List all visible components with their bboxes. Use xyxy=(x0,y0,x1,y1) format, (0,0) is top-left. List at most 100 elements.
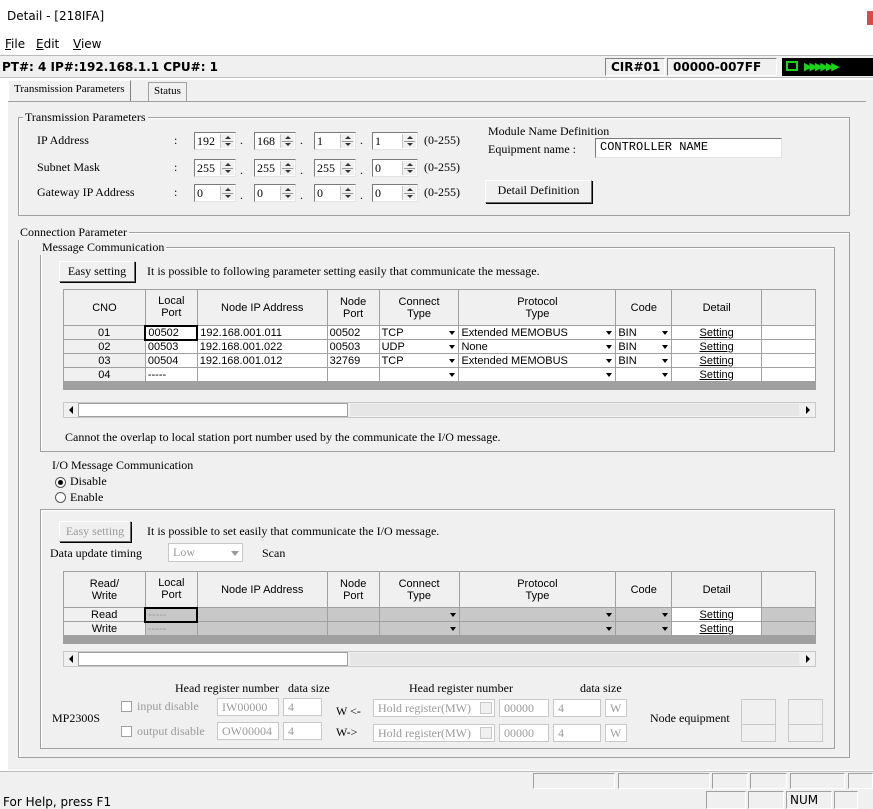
easy-setting-hint: It is possible to following parameter se… xyxy=(147,264,540,278)
hold-register-select-1[interactable]: Hold register(MW) xyxy=(373,699,495,717)
scroll-right-icon[interactable] xyxy=(801,652,815,666)
subnet-octet-3[interactable]: 255 xyxy=(314,159,356,177)
local-port-cell[interactable]: 00503 xyxy=(144,339,198,354)
subnet-octet-2[interactable]: 255 xyxy=(254,159,296,177)
node-port-cell[interactable] xyxy=(326,367,380,382)
menu-edit[interactable]: Edit xyxy=(36,37,59,51)
hold-register-select-2[interactable]: Hold register(MW) xyxy=(373,724,495,742)
code-dropdown[interactable]: BIN xyxy=(615,353,673,368)
connect-type-dropdown[interactable] xyxy=(378,621,460,636)
protocol-type-dropdown[interactable] xyxy=(458,621,617,636)
protocol-type-dropdown[interactable]: Extended MEMOBUS xyxy=(458,353,617,368)
protocol-type-dropdown[interactable]: Extended MEMOBUS xyxy=(458,325,617,340)
cno-cell: 01 xyxy=(63,325,146,340)
protocol-type-dropdown[interactable] xyxy=(458,607,617,622)
cno-cell: 02 xyxy=(63,339,146,354)
detail-setting-button[interactable]: Setting xyxy=(671,367,763,382)
io-disable-radio[interactable] xyxy=(55,477,66,488)
device-label: MP2300S xyxy=(52,711,101,725)
node-ip-cell[interactable]: 192.168.001.011 xyxy=(196,325,328,340)
gateway-octet-2[interactable]: 0 xyxy=(254,184,296,202)
hold-address-2[interactable]: 00000 xyxy=(499,724,549,742)
scroll-thumb[interactable] xyxy=(78,403,348,417)
hold-address-1[interactable]: 00000 xyxy=(499,699,549,717)
node-port-cell[interactable]: 00502 xyxy=(326,325,380,340)
node-port-cell[interactable]: 00503 xyxy=(326,339,380,354)
scroll-thumb[interactable] xyxy=(78,652,348,666)
code-dropdown[interactable]: BIN xyxy=(615,339,673,354)
col-cno: CNO xyxy=(63,289,146,326)
equipment-name-input[interactable]: CONTROLLER NAME xyxy=(595,138,782,158)
code-dropdown[interactable]: BIN xyxy=(615,325,673,340)
io-table-scrollbar[interactable] xyxy=(63,651,816,667)
status-pane xyxy=(834,791,858,809)
subnet-octet-4[interactable]: 0 xyxy=(372,159,418,177)
menu-view[interactable]: View xyxy=(73,37,101,51)
node-ip-cell[interactable]: 192.168.001.022 xyxy=(196,339,328,354)
local-port-cell[interactable]: 00504 xyxy=(144,353,198,368)
node-ip-cell[interactable]: 192.168.001.012 xyxy=(196,353,328,368)
code-dropdown[interactable] xyxy=(615,367,673,382)
connect-type-dropdown[interactable] xyxy=(378,367,460,382)
scroll-right-icon[interactable] xyxy=(801,403,815,417)
output-disable-checkbox[interactable] xyxy=(121,726,132,737)
code-dropdown[interactable] xyxy=(615,607,673,622)
detail-setting-button[interactable]: Setting xyxy=(671,621,763,636)
col-connect-type: Connect Type xyxy=(378,289,460,326)
detail-setting-button[interactable]: Setting xyxy=(671,339,763,354)
protocol-type-dropdown[interactable] xyxy=(458,367,617,382)
ip-octet-4[interactable]: 1 xyxy=(372,132,418,150)
connect-type-dropdown[interactable]: TCP xyxy=(378,325,460,340)
status-bar: For Help, press F1 NUM xyxy=(0,771,873,809)
hold-size-1[interactable]: 4 xyxy=(553,699,601,717)
local-port-cell[interactable]: ----- xyxy=(144,606,199,623)
data-size-label: data size xyxy=(288,681,330,695)
io-message-label: I/O Message Communication xyxy=(52,458,194,472)
node-ip-cell[interactable] xyxy=(196,367,328,382)
ip-octet-2[interactable]: 168 xyxy=(254,132,296,150)
gateway-octet-1[interactable]: 0 xyxy=(194,184,236,202)
local-port-cell[interactable]: ----- xyxy=(144,367,198,382)
scan-label: Scan xyxy=(262,546,286,560)
input-disable-checkbox[interactable] xyxy=(121,701,132,712)
detail-setting-button[interactable]: Setting xyxy=(671,325,763,340)
status-pane xyxy=(790,773,845,789)
tab-transmission-parameters[interactable]: Transmission Parameters xyxy=(8,80,131,102)
output-register-field[interactable]: OW00004 xyxy=(217,722,279,740)
local-port-cell[interactable]: 00502 xyxy=(144,324,199,341)
input-register-field[interactable]: IW00000 xyxy=(217,698,279,716)
pt-info: PT#: 4 IP#:192.168.1.1 CPU#: 1 xyxy=(2,60,219,74)
detail-setting-button[interactable]: Setting xyxy=(671,607,763,622)
io-easy-setting-button[interactable]: Easy setting xyxy=(59,521,131,542)
ip-octet-3[interactable]: 1 xyxy=(314,132,356,150)
detail-definition-button[interactable]: Detail Definition xyxy=(485,180,592,203)
gateway-octet-3[interactable]: 0 xyxy=(314,184,356,202)
equipment-name-label: Equipment name : xyxy=(488,142,576,156)
hold-size-2[interactable]: 4 xyxy=(553,724,601,742)
scroll-left-icon[interactable] xyxy=(64,403,78,417)
subnet-octet-1[interactable]: 255 xyxy=(194,159,236,177)
connect-type-dropdown[interactable]: UDP xyxy=(378,339,460,354)
input-size-field[interactable]: 4 xyxy=(283,698,322,716)
protocol-type-dropdown[interactable]: None xyxy=(458,339,617,354)
module-name-definition-label: Module Name Definition xyxy=(488,124,610,138)
menu-file[interactable]: File xyxy=(5,37,25,51)
tab-status[interactable]: Status xyxy=(148,82,187,101)
scroll-left-icon[interactable] xyxy=(64,652,78,666)
vertical-scrollbar[interactable] xyxy=(865,80,873,770)
close-button[interactable] xyxy=(867,11,873,25)
data-update-select[interactable]: Low xyxy=(168,543,243,562)
code-dropdown[interactable] xyxy=(615,621,673,636)
gateway-octet-4[interactable]: 0 xyxy=(372,184,418,202)
connect-type-dropdown[interactable]: TCP xyxy=(378,353,460,368)
detail-setting-button[interactable]: Setting xyxy=(671,353,763,368)
local-port-cell[interactable]: ----- xyxy=(144,621,198,636)
easy-setting-button[interactable]: Easy setting xyxy=(59,261,135,282)
status-pane xyxy=(848,773,873,789)
connect-type-dropdown[interactable] xyxy=(378,607,460,622)
ip-octet-1[interactable]: 192 xyxy=(194,132,236,150)
message-table-scrollbar[interactable] xyxy=(63,402,816,418)
output-size-field[interactable]: 4 xyxy=(283,722,322,740)
node-port-cell[interactable]: 32769 xyxy=(326,353,380,368)
io-enable-radio[interactable] xyxy=(55,492,66,503)
